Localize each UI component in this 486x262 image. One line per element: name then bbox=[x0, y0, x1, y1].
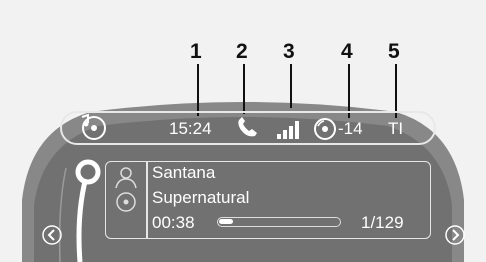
traffic-info-indicator: TI bbox=[388, 119, 404, 138]
callout-line-5 bbox=[395, 64, 397, 118]
menu-knob bbox=[75, 159, 101, 185]
callout-1: 1 bbox=[190, 40, 202, 63]
callout-5: 5 bbox=[388, 40, 400, 63]
callout-3: 3 bbox=[283, 40, 295, 63]
signal-strength-icon bbox=[276, 116, 304, 145]
album-name: Supernatural bbox=[152, 188, 250, 207]
phone-icon bbox=[235, 116, 261, 145]
cd-music-icon bbox=[78, 113, 108, 146]
callout-line-2 bbox=[243, 64, 245, 114]
callout-line-4 bbox=[348, 64, 350, 118]
track-progress-bar bbox=[217, 217, 341, 227]
clock-time: 15:24 bbox=[169, 119, 212, 138]
cd-icon bbox=[313, 117, 337, 146]
callout-2: 2 bbox=[236, 40, 248, 63]
track-progress-fill bbox=[219, 219, 233, 224]
callout-4: 4 bbox=[341, 40, 353, 63]
media-panel-divider bbox=[146, 162, 148, 238]
right-arrow-icon[interactable] bbox=[444, 224, 466, 251]
artist-icon bbox=[113, 165, 139, 194]
display-screen: 1 2 3 4 5 15:24 -14 TI Santana Supernatu… bbox=[0, 0, 486, 262]
callout-line-3 bbox=[290, 64, 292, 108]
left-arrow-icon[interactable] bbox=[41, 224, 63, 251]
track-number: 1/129 bbox=[361, 213, 404, 232]
album-icon bbox=[114, 191, 138, 218]
elapsed-time: 00:38 bbox=[152, 213, 195, 232]
volume-level: -14 bbox=[338, 119, 363, 138]
artist-name: Santana bbox=[152, 163, 216, 182]
callout-line-1 bbox=[197, 64, 199, 116]
